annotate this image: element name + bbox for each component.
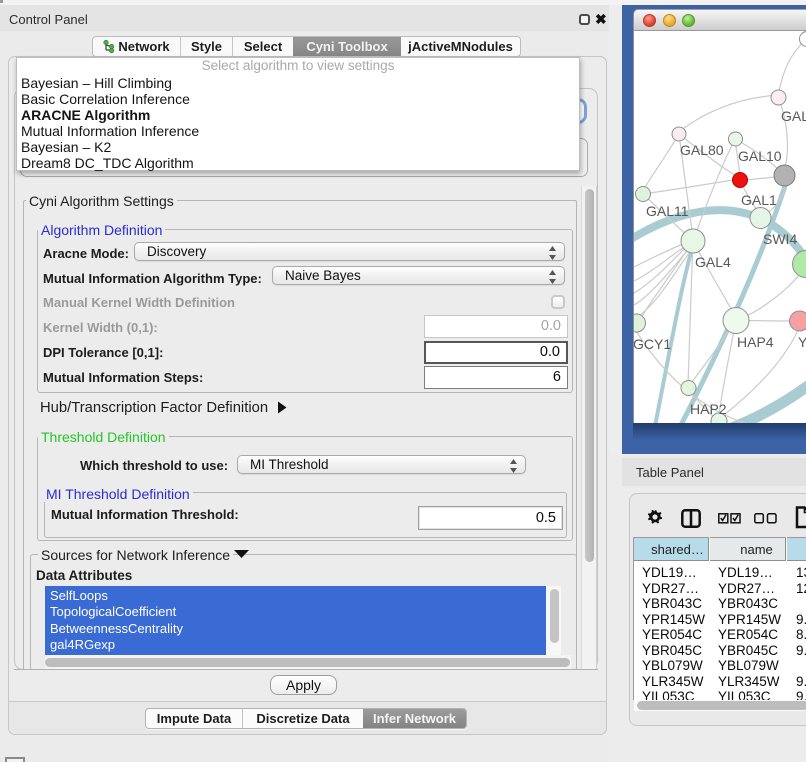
svg-text:SWI4: SWI4 — [763, 231, 797, 247]
svg-text:GCY1: GCY1 — [634, 336, 671, 352]
svg-text:GAL11: GAL11 — [646, 203, 689, 219]
svg-text:GAL10: GAL10 — [738, 148, 782, 164]
svg-text:HAP2: HAP2 — [690, 401, 727, 417]
svg-text:HAP4: HAP4 — [737, 334, 774, 350]
svg-text:GAL4: GAL4 — [695, 254, 731, 270]
svg-text:GAL80: GAL80 — [680, 142, 724, 158]
svg-text:GAL2: GAL2 — [781, 108, 806, 124]
svg-text:Y: Y — [798, 334, 806, 350]
svg-text:GAL1: GAL1 — [741, 192, 777, 208]
